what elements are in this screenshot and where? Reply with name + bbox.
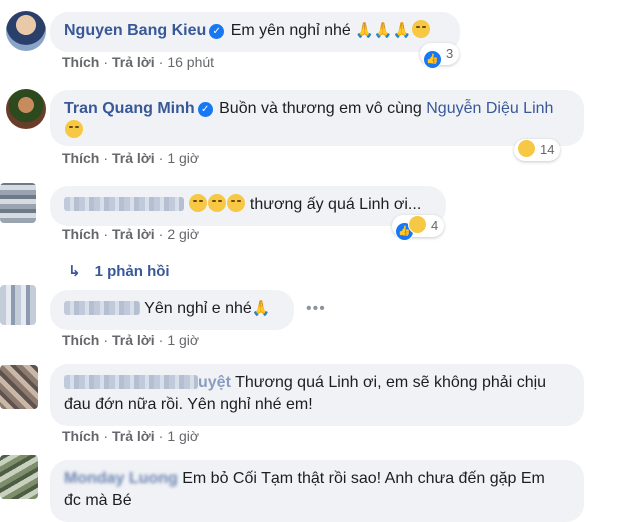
timestamp[interactable]: 2 giờ (167, 226, 199, 242)
like-button[interactable]: Thích (62, 150, 99, 166)
comment-bubble: Monday Luong Em bỏ Cối Tạm thật rồi sao!… (50, 460, 584, 522)
verified-icon: ✓ (197, 102, 213, 117)
reaction-summary[interactable]: 👍 4 (392, 215, 445, 241)
sad-face-icon (208, 194, 227, 212)
reply-button[interactable]: Trả lời (112, 428, 155, 444)
more-options-icon[interactable]: ••• (306, 300, 326, 318)
mention-link[interactable]: Nguyễn Diệu Linh (426, 100, 553, 117)
comment-text: Yên nghỉ e nhé (144, 300, 252, 317)
comment-text: Thương quá Linh ơi, em sẽ không phải chị… (235, 374, 547, 391)
avatar[interactable] (0, 183, 36, 223)
blurred-author-name (64, 375, 198, 389)
sad-face-icon (189, 194, 208, 212)
sad-face-icon (227, 194, 246, 212)
like-button[interactable]: Thích (62, 428, 99, 444)
sad-reaction-icon (408, 215, 427, 234)
timestamp[interactable]: 16 phút (167, 54, 214, 70)
comment-text: thương ấy quá Linh ơi... (249, 196, 422, 213)
avatar[interactable] (6, 89, 46, 129)
comment-actions: Thích · Trả lời · 16 phút (62, 54, 215, 70)
comment-bubble: Yên nghỉ e nhé🙏 (50, 290, 294, 330)
avatar[interactable] (0, 285, 36, 325)
comment-text: Em yên nghỉ nhé (230, 22, 351, 39)
reaction-summary[interactable]: 👍 3 (420, 43, 460, 69)
verified-icon: ✓ (209, 24, 225, 39)
blurred-author-name (64, 301, 140, 315)
praying-hands-icon: 🙏 (251, 300, 271, 317)
timestamp[interactable]: 1 giờ (167, 150, 199, 166)
reply-arrow-icon: ↳ (68, 263, 81, 280)
author-name[interactable]: Tran Quang Minh (64, 100, 195, 117)
timestamp[interactable]: 1 giờ (167, 332, 199, 348)
reply-button[interactable]: Trả lời (112, 226, 155, 242)
sad-face-icon (65, 120, 83, 138)
reply-button[interactable]: Trả lời (112, 150, 155, 166)
comment-text-line-2: đc mà Bé (64, 492, 132, 509)
like-reaction-icon: 👍 (423, 50, 442, 69)
comment-actions: Thích · Trả lời · 1 giờ (62, 428, 200, 444)
like-button[interactable]: Thích (62, 226, 99, 242)
sad-face-icon (412, 20, 431, 38)
comment-bubble: thương ấy quá Linh ơi... (50, 186, 446, 226)
like-button[interactable]: Thích (62, 54, 99, 70)
reaction-summary[interactable]: 14 (514, 139, 561, 161)
comment-bubble: Tran Quang Minh ✓ Buồn và thương em vô cù… (50, 90, 584, 146)
avatar[interactable] (0, 455, 38, 499)
comment-bubble: Nguyen Bang Kieu ✓ Em yên nghỉ nhé 🙏🙏🙏 (50, 12, 460, 52)
comment-bubble: uyệt Thương quá Linh ơi, em sẽ không phả… (50, 364, 584, 426)
avatar[interactable] (6, 11, 46, 51)
comment-actions: Thích · Trả lời · 2 giờ (62, 226, 200, 242)
comment-actions: Thích · Trả lời · 1 giờ (62, 332, 200, 348)
blurred-author-name (64, 197, 184, 211)
comment-text: Buồn và thương em vô cùng (219, 100, 422, 117)
avatar[interactable] (0, 365, 38, 409)
comment-text: Em bỏ Cối Tạm thật rồi sao! Anh chưa đến… (182, 470, 545, 487)
sad-reaction-icon (517, 139, 536, 158)
comment-text-line-2: đau đớn nữa rồi. Yên nghỉ nhé em! (64, 396, 313, 413)
reply-button[interactable]: Trả lời (112, 54, 155, 70)
view-replies-link[interactable]: ↳ 1 phản hồi (68, 262, 170, 280)
reply-button[interactable]: Trả lời (112, 332, 155, 348)
like-button[interactable]: Thích (62, 332, 99, 348)
author-name[interactable]: Nguyen Bang Kieu (64, 22, 206, 39)
praying-hands-icon: 🙏🙏🙏 (355, 22, 412, 39)
comment-actions: Thích · Trả lời · 1 giờ (62, 150, 200, 166)
author-name[interactable]: Monday Luong (64, 470, 178, 487)
timestamp[interactable]: 1 giờ (167, 428, 199, 444)
author-name-partial[interactable]: uyệt (198, 374, 231, 391)
